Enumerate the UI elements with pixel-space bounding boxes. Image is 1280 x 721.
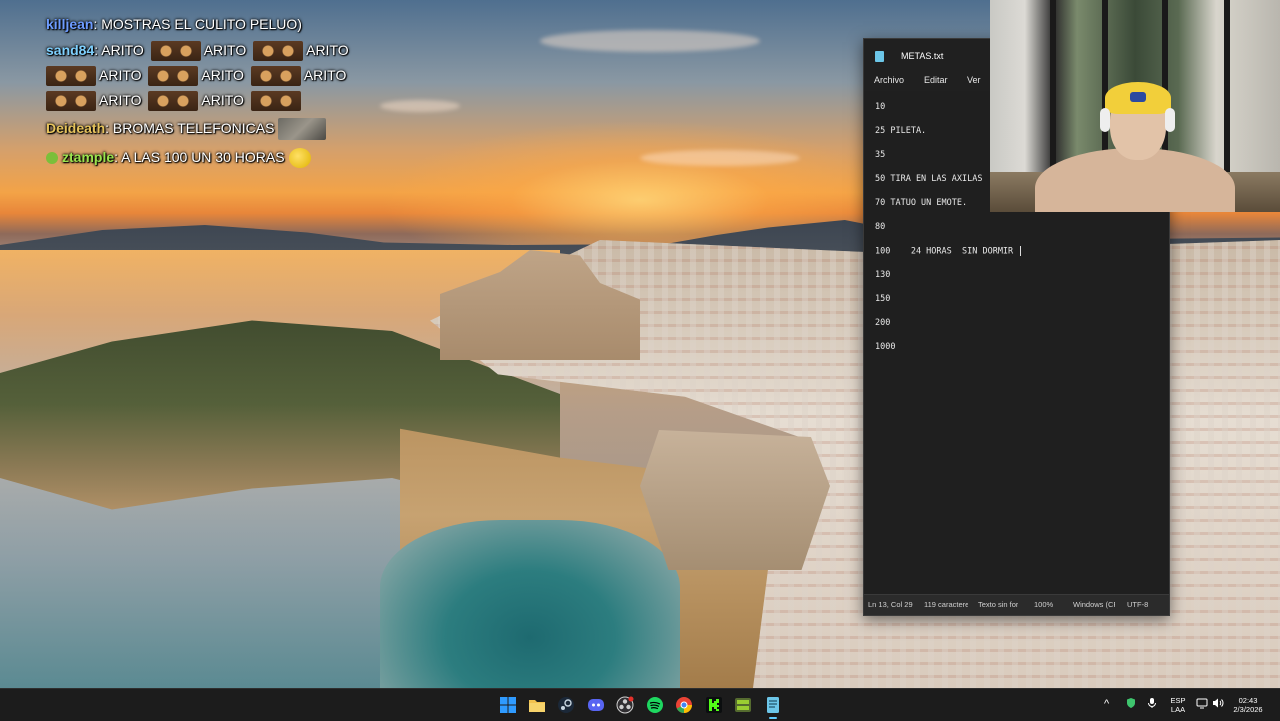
chat-emote — [253, 41, 304, 62]
menu-editar[interactable]: Editar — [924, 75, 948, 85]
text-line: 130 — [875, 270, 891, 280]
app-icon[interactable] — [734, 696, 752, 714]
language-indicator[interactable]: ESP LAA — [1168, 696, 1188, 714]
text-line: 35 — [875, 150, 886, 160]
sea-cove — [380, 520, 680, 688]
notepad-icon — [875, 51, 884, 62]
text-line-current: 100 24 HORAS SIN DORMIR — [875, 246, 1022, 257]
chat-message: ztample: A LAS 100 UN 30 HORAS — [46, 147, 311, 169]
chat-badge-icon — [46, 152, 58, 165]
chat-emote — [250, 66, 301, 87]
status-zoom[interactable]: 100% — [1034, 600, 1058, 609]
chat-text: ARITO — [101, 42, 144, 58]
language-code: ESP — [1170, 696, 1186, 705]
chat-message: sand84: ARITO ARITO ARITO — [46, 40, 349, 62]
chat-message-continued: ARITO ARITO ARITO — [46, 65, 347, 87]
steam-icon[interactable] — [557, 696, 575, 714]
obs-icon[interactable] — [616, 696, 634, 714]
clock-date: 2/3/2026 — [1233, 705, 1263, 714]
chat-message: Deideath: BROMAS TELEFONICAS — [46, 118, 327, 141]
status-line-ending: Windows (CRLF) — [1073, 600, 1115, 609]
chat-text: ARITO — [99, 67, 142, 83]
text-line: 200 — [875, 318, 891, 328]
chat-username: sand84 — [46, 42, 95, 58]
status-cursor-position: Ln 13, Col 29 — [868, 600, 913, 609]
notepad-taskbar-icon[interactable] — [764, 696, 782, 714]
keyboard-layout: LAA — [1170, 705, 1186, 714]
text-line: 25 PILETA. — [875, 126, 927, 136]
chrome-icon[interactable] — [675, 696, 693, 714]
text-line-content: 100 24 HORAS SIN DORMIR — [875, 246, 1019, 257]
headset — [1100, 108, 1110, 132]
file-explorer-icon[interactable] — [528, 696, 546, 714]
text-line: 150 — [875, 294, 891, 304]
chat-emote — [288, 148, 311, 169]
chat-text: ARITO — [99, 92, 142, 108]
text-line: 80 — [875, 222, 886, 232]
cloud — [380, 100, 460, 112]
streamer — [1035, 78, 1235, 212]
chat-text: ARITO — [306, 42, 349, 58]
chat-emote — [148, 91, 199, 112]
chat-username: ztample — [62, 149, 115, 165]
clock[interactable]: 02:43 2/3/2026 — [1230, 696, 1266, 714]
clock-time: 02:43 — [1238, 696, 1258, 705]
chat-emote — [46, 66, 96, 87]
chat-emote — [278, 118, 327, 141]
chat-message: killjean: MOSTRAS EL CULITO PELUO) — [46, 14, 302, 34]
status-encoding: UTF-8 — [1127, 600, 1149, 609]
text-line: 70 TATUO UN EMOTE. — [875, 198, 968, 208]
text-line: 50 TIRA EN LAS AXILAS — [875, 174, 983, 184]
chat-emote — [250, 91, 301, 112]
chat-username: Deideath — [46, 120, 106, 136]
cloud — [540, 30, 760, 52]
chat-emote — [150, 41, 201, 62]
chat-emote — [148, 66, 199, 87]
chat-text: MOSTRAS EL CULITO PELUO) — [101, 16, 302, 32]
webcam-overlay — [990, 0, 1280, 212]
cap-logo — [1130, 92, 1146, 102]
spotify-icon[interactable] — [646, 696, 664, 714]
headset — [1165, 108, 1175, 132]
status-char-count: 119 caracteres — [924, 600, 968, 609]
status-format: Texto sin formato — [978, 600, 1018, 609]
volume-icon[interactable] — [1212, 697, 1224, 712]
text-line: 10 — [875, 102, 886, 112]
chat-text: A LAS 100 UN 30 HORAS — [121, 149, 285, 165]
chat-separator: : — [105, 120, 113, 136]
active-app-indicator — [769, 717, 777, 719]
chat-username: killjean — [46, 16, 94, 32]
menu-ver[interactable]: Ver — [967, 75, 981, 85]
taskbar: ^ ESP LAA 02:43 2/3/2026 — [0, 688, 1280, 721]
chat-emote — [46, 91, 96, 112]
notepad-tab-title[interactable]: METAS.txt — [901, 51, 943, 61]
chat-text: ARITO — [203, 42, 247, 58]
menu-archivo[interactable]: Archivo — [874, 75, 904, 85]
microphone-icon[interactable] — [1146, 697, 1158, 712]
chat-text: ARITO — [303, 67, 347, 83]
text-line: 1000 — [875, 342, 896, 352]
display-icon[interactable] — [1196, 697, 1208, 712]
chevron-up-icon[interactable]: ^ — [1104, 698, 1109, 710]
start-icon[interactable] — [499, 696, 517, 714]
text-caret — [1020, 246, 1022, 256]
cloud — [640, 150, 800, 166]
chat-text: ARITO — [201, 92, 244, 108]
chat-text: ARITO — [201, 67, 244, 83]
chat-text: BROMAS TELEFONICAS — [112, 120, 275, 136]
notepad-status-bar: Ln 13, Col 29 119 caracteres Texto sin f… — [864, 594, 1169, 615]
bastion — [640, 430, 830, 570]
discord-icon[interactable] — [587, 696, 605, 714]
kick-icon[interactable] — [705, 696, 723, 714]
security-icon[interactable] — [1125, 697, 1137, 712]
chat-message-continued: ARITO ARITO — [46, 90, 304, 112]
